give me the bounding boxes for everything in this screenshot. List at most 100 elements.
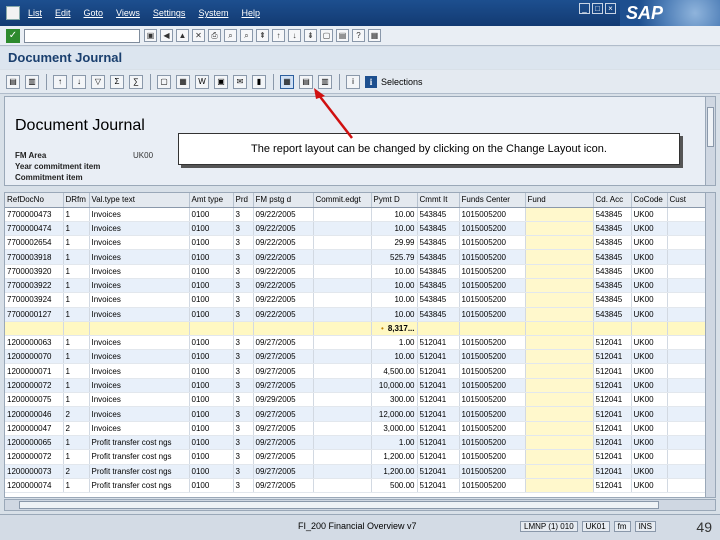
header-scrollbar[interactable] bbox=[705, 97, 715, 185]
information-icon[interactable]: i bbox=[346, 74, 360, 89]
table-row[interactable]: 1200000070 1 Invoices 0100 3 09/27/2005 10.00 5… bbox=[5, 349, 706, 365]
grid-horizontal-scrollbar[interactable] bbox=[4, 499, 716, 511]
close-icon[interactable]: × bbox=[605, 3, 616, 14]
layout-menu-icon[interactable]: ▦ bbox=[368, 29, 381, 42]
prev-page-icon[interactable]: ↑ bbox=[272, 29, 285, 42]
table-row[interactable]: 1200000071 1 Invoices 0100 3 09/27/2005 4,500.… bbox=[5, 363, 706, 379]
table-row[interactable]: 7700003920 1 Invoices 0100 3 09/22/2005 10.00 5… bbox=[5, 264, 706, 279]
exit-icon[interactable]: ▲ bbox=[176, 29, 189, 42]
table-row[interactable]: 1200000046 2 Invoices 0100 3 09/27/2005 12,000… bbox=[5, 406, 706, 422]
shortcut-icon[interactable]: ▤ bbox=[336, 29, 349, 42]
status-mode: INS bbox=[634, 521, 656, 532]
column-header[interactable]: Pymt D bbox=[371, 193, 418, 208]
column-header[interactable]: Funds Center bbox=[459, 193, 526, 208]
menu-help[interactable]: Help bbox=[241, 8, 260, 18]
column-header[interactable]: RefDocNo bbox=[5, 193, 64, 208]
grid-vertical-scrollbar[interactable] bbox=[705, 193, 715, 497]
table-row[interactable]: 1200000047 2 Invoices 0100 3 09/27/2005 3,000.… bbox=[5, 421, 706, 436]
column-header[interactable]: Val.type text bbox=[89, 193, 190, 208]
table-cell: 512041 bbox=[593, 449, 632, 465]
local-file-icon[interactable]: ▣ bbox=[214, 74, 228, 89]
enter-icon[interactable]: ✓ bbox=[6, 28, 20, 43]
menu-settings[interactable]: Settings bbox=[153, 8, 186, 18]
subtotal-cell bbox=[667, 321, 706, 336]
scroll-thumb[interactable] bbox=[19, 501, 659, 509]
table-row[interactable]: 1200000063 1 Invoices 0100 3 09/27/2005 1.00 51… bbox=[5, 335, 706, 351]
column-header[interactable]: DRfm bbox=[63, 193, 90, 208]
table-row[interactable]: 1200000065 1 Profit transfer cost ngs 0100 3… bbox=[5, 435, 706, 451]
selections-button[interactable]: i Selections bbox=[365, 75, 423, 88]
mail-icon[interactable]: ✉ bbox=[233, 74, 247, 89]
select-layout-icon[interactable]: ▤ bbox=[299, 74, 313, 89]
table-row[interactable]: 7700003918 1 Invoices 0100 3 09/22/2005 525.79… bbox=[5, 249, 706, 265]
window-menu-icon[interactable] bbox=[6, 6, 20, 20]
help-icon[interactable]: ? bbox=[352, 29, 365, 42]
table-cell: 09/22/2005 bbox=[253, 264, 314, 279]
print-icon[interactable]: ⎙ bbox=[208, 29, 221, 42]
table-row[interactable]: 1200000075 1 Invoices 0100 3 09/29/2005 300.00… bbox=[5, 392, 706, 408]
last-page-icon[interactable]: ⇟ bbox=[304, 29, 317, 42]
back-icon[interactable]: ◀ bbox=[160, 29, 173, 42]
table-cell: UK00 bbox=[631, 363, 668, 379]
subtotal-icon[interactable]: Σ bbox=[110, 74, 124, 89]
column-header[interactable]: Cust bbox=[667, 193, 706, 208]
change-layout-icon[interactable]: ▦ bbox=[280, 74, 294, 89]
command-field[interactable] bbox=[24, 28, 140, 43]
table-cell: 1015005200 bbox=[459, 249, 526, 265]
excel-export-icon[interactable]: ▦ bbox=[176, 74, 190, 89]
sort-descending-icon[interactable]: ↓ bbox=[72, 74, 86, 89]
menu-goto[interactable]: Goto bbox=[84, 8, 104, 18]
column-header[interactable]: Cd. Acc bbox=[593, 193, 632, 208]
maximize-icon[interactable]: □ bbox=[592, 3, 603, 14]
subtotal-cell bbox=[417, 321, 460, 336]
subtotal-cell bbox=[631, 321, 668, 336]
table-row[interactable]: 7700002654 1 Invoices 0100 3 09/22/2005 29.99 5… bbox=[5, 235, 706, 251]
menu-views[interactable]: Views bbox=[116, 8, 140, 18]
graphic-icon[interactable]: ▮ bbox=[252, 74, 266, 89]
column-header[interactable]: CoCode bbox=[631, 193, 668, 208]
table-row[interactable]: 1200000072 1 Invoices 0100 3 09/27/2005 10,000… bbox=[5, 378, 706, 394]
table-cell bbox=[525, 349, 594, 365]
menu-list[interactable]: List bbox=[28, 8, 42, 18]
find-next-icon[interactable]: ⌕ bbox=[240, 29, 253, 42]
save-layout-icon[interactable]: ▥ bbox=[318, 74, 332, 89]
details-icon[interactable]: ▤ bbox=[6, 74, 20, 89]
print-preview-icon[interactable]: ▢ bbox=[157, 74, 171, 89]
table-row[interactable]: 7700000473 1 Invoices 0100 3 09/22/2005 10.00 5… bbox=[5, 207, 706, 222]
column-header[interactable]: Commit.edgt bbox=[313, 193, 372, 208]
first-page-icon[interactable]: ⇞ bbox=[256, 29, 269, 42]
table-row[interactable]: 1200000073 2 Profit transfer cost ngs 0100 3… bbox=[5, 464, 706, 479]
total-icon[interactable]: ∑ bbox=[129, 74, 143, 89]
table-row[interactable]: 7700000127 1 Invoices 0100 3 09/22/2005 10.00 5… bbox=[5, 307, 706, 322]
table-cell: 512041 bbox=[593, 435, 632, 451]
table-row[interactable]: 1200000072 1 Profit transfer cost ngs 0100 3… bbox=[5, 449, 706, 465]
sort-ascending-icon[interactable]: ↑ bbox=[53, 74, 67, 89]
table-row[interactable]: 1200000074 1 Profit transfer cost ngs 0100 3… bbox=[5, 478, 706, 494]
menu-system[interactable]: System bbox=[198, 8, 228, 18]
table-row[interactable]: 7700000474 1 Invoices 0100 3 09/22/2005 10.00 5… bbox=[5, 221, 706, 237]
column-header[interactable]: Amt type bbox=[189, 193, 234, 208]
table-row[interactable]: 7700003924 1 Invoices 0100 3 09/22/2005 10.00 5… bbox=[5, 292, 706, 308]
minimize-icon[interactable]: _ bbox=[579, 3, 590, 14]
table-cell: 2 bbox=[63, 406, 90, 422]
table-cell: 3,000.00 bbox=[371, 421, 418, 436]
filter-icon[interactable]: ▽ bbox=[91, 74, 105, 89]
save-icon[interactable]: ▣ bbox=[144, 29, 157, 42]
table-cell: 512041 bbox=[417, 464, 460, 479]
column-header[interactable]: Fund bbox=[525, 193, 594, 208]
new-session-icon[interactable]: ▢ bbox=[320, 29, 333, 42]
column-header[interactable]: Prd bbox=[233, 193, 254, 208]
table-cell bbox=[313, 292, 372, 308]
column-header[interactable]: FM pstg d bbox=[253, 193, 314, 208]
table-cell: 0100 bbox=[189, 249, 234, 265]
find-icon[interactable]: ⌕ bbox=[224, 29, 237, 42]
menu-edit[interactable]: Edit bbox=[55, 8, 71, 18]
scroll-thumb[interactable] bbox=[707, 107, 714, 147]
column-header[interactable]: Cmmt It bbox=[417, 193, 460, 208]
word-export-icon[interactable]: W bbox=[195, 74, 209, 89]
cancel-icon[interactable]: ✕ bbox=[192, 29, 205, 42]
subtotal-row[interactable]: • 8,317... bbox=[5, 321, 706, 336]
document-icon[interactable]: ▥ bbox=[25, 74, 39, 89]
table-row[interactable]: 7700003922 1 Invoices 0100 3 09/22/2005 10.00 5… bbox=[5, 278, 706, 294]
next-page-icon[interactable]: ↓ bbox=[288, 29, 301, 42]
